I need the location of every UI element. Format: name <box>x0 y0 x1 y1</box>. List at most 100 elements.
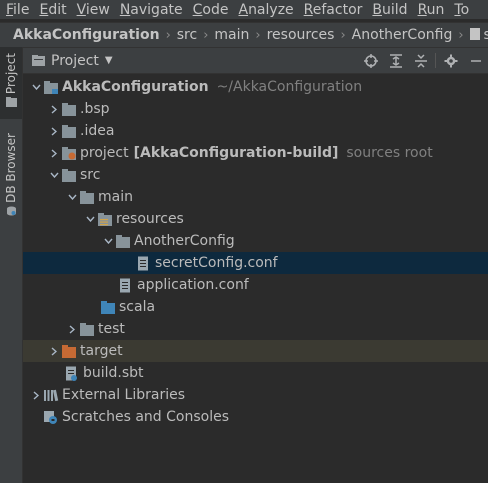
breadcrumb-src[interactable]: src <box>177 27 197 43</box>
tree-row-idea[interactable]: .idea <box>23 120 488 142</box>
project-panel-header: Project ▼ <box>23 48 488 74</box>
breadcrumb-separator-icon: › <box>165 27 171 43</box>
sources-root-hint: sources root <box>346 145 433 161</box>
chevron-right-icon[interactable] <box>47 142 61 164</box>
folder-icon <box>61 102 77 116</box>
menu-refactor[interactable]: Refactor <box>299 2 368 18</box>
hide-panel-button[interactable] <box>463 48 488 73</box>
root-project-name: AkkaConfiguration <box>62 79 209 95</box>
expand-all-button[interactable] <box>383 48 408 73</box>
tree-row-src[interactable]: src <box>23 164 488 186</box>
menu-analyze[interactable]: Analyze <box>233 2 298 18</box>
folder-anotherconfig-label: AnotherConfig <box>134 233 235 249</box>
scratches-label: Scratches and Consoles <box>62 409 229 425</box>
tree-row-main[interactable]: main <box>23 186 488 208</box>
folder-icon <box>5 97 17 108</box>
tree-row-secretconfig[interactable]: secretConfig.conf <box>23 252 488 274</box>
chevron-right-icon[interactable] <box>47 98 61 120</box>
scratches-icon <box>43 410 59 424</box>
breadcrumb-separator-icon: › <box>340 27 346 43</box>
menu-run[interactable]: Run <box>413 2 450 18</box>
tab-db-browser[interactable]: DB Browser <box>0 133 22 223</box>
chevron-down-icon[interactable] <box>47 164 61 186</box>
library-icon <box>43 388 59 402</box>
crosshair-icon <box>363 53 378 68</box>
tree-row-scratches[interactable]: Scratches and Consoles <box>23 406 488 428</box>
source-module-folder-icon <box>61 146 77 160</box>
file-secretconfig-label: secretConfig.conf <box>155 255 278 271</box>
folder-project-label: project <box>80 145 129 161</box>
folder-icon <box>61 124 77 138</box>
tree-row-scala[interactable]: scala <box>23 296 488 318</box>
menu-file[interactable]: File <box>0 2 34 18</box>
menu-navigate[interactable]: Navigate <box>115 2 188 18</box>
collapse-all-button[interactable] <box>408 48 433 73</box>
menu-bar: File Edit View Navigate Code Analyze Ref… <box>0 0 488 19</box>
breadcrumb-anotherconfig[interactable]: AnotherConfig <box>352 27 453 43</box>
menu-code[interactable]: Code <box>188 2 234 18</box>
folder-test-label: test <box>98 321 125 337</box>
folder-icon <box>79 322 95 336</box>
folder-bsp-label: .bsp <box>80 101 110 117</box>
locate-button[interactable] <box>358 48 383 73</box>
project-view-selector[interactable]: Project ▼ <box>23 53 113 69</box>
chevron-down-icon[interactable] <box>101 230 115 252</box>
chevron-right-icon[interactable] <box>65 318 79 340</box>
breadcrumb-separator-icon: › <box>255 27 261 43</box>
panel-actions <box>358 48 488 73</box>
root-project-path: ~/AkkaConfiguration <box>216 79 363 95</box>
tree-row-resources[interactable]: resources <box>23 208 488 230</box>
folder-src-label: src <box>80 167 101 183</box>
tree-row-buildsbt[interactable]: build.sbt <box>23 362 488 384</box>
file-buildsbt-label: build.sbt <box>83 365 144 381</box>
module-folder-icon <box>43 80 59 94</box>
expand-all-icon <box>389 53 402 68</box>
tree-row-applicationconf[interactable]: application.conf <box>23 274 488 296</box>
source-folder-icon <box>100 300 116 314</box>
breadcrumb-separator-icon: › <box>203 27 209 43</box>
config-file-icon <box>136 256 152 270</box>
folder-main-label: main <box>98 189 133 205</box>
breadcrumb-file-label: sec <box>484 27 488 43</box>
chevron-down-icon: ▼ <box>104 55 113 66</box>
chevron-right-icon[interactable] <box>47 120 61 142</box>
project-icon <box>32 55 45 66</box>
tree-row-project[interactable]: project [AkkaConfiguration-build] source… <box>23 142 488 164</box>
project-tree: AkkaConfiguration ~/AkkaConfiguration .b… <box>23 74 488 483</box>
menu-edit[interactable]: Edit <box>34 2 71 18</box>
database-icon <box>6 206 16 216</box>
chevron-down-icon[interactable] <box>65 186 79 208</box>
chevron-right-icon[interactable] <box>47 340 61 362</box>
resources-folder-icon <box>97 212 113 226</box>
file-icon <box>469 28 480 40</box>
tree-row-bsp[interactable]: .bsp <box>23 98 488 120</box>
gear-icon <box>444 54 457 67</box>
menu-view[interactable]: View <box>72 2 115 18</box>
module-name: [AkkaConfiguration-build] <box>133 145 339 161</box>
tree-row-target[interactable]: target <box>23 340 488 362</box>
settings-button[interactable] <box>438 48 463 73</box>
minimize-icon <box>470 59 481 62</box>
external-libraries-label: External Libraries <box>62 387 185 403</box>
folder-idea-label: .idea <box>80 123 115 139</box>
breadcrumb-file[interactable]: sec <box>469 27 488 43</box>
chevron-down-icon[interactable] <box>83 208 97 230</box>
breadcrumb-separator-icon: › <box>458 27 464 43</box>
chevron-down-icon[interactable] <box>29 76 43 98</box>
tree-row-external-libraries[interactable]: External Libraries <box>23 384 488 406</box>
file-applicationconf-label: application.conf <box>137 277 249 293</box>
tab-project[interactable]: Project <box>0 47 22 119</box>
toolbar-divider <box>435 53 436 68</box>
breadcrumb-project[interactable]: AkkaConfiguration <box>0 27 160 43</box>
breadcrumb: AkkaConfiguration › src › main › resourc… <box>0 22 488 48</box>
tree-row-root[interactable]: AkkaConfiguration ~/AkkaConfiguration <box>23 76 488 98</box>
tree-row-test[interactable]: test <box>23 318 488 340</box>
menu-build[interactable]: Build <box>367 2 412 18</box>
folder-scala-label: scala <box>119 299 156 315</box>
breadcrumb-main[interactable]: main <box>214 27 249 43</box>
folder-resources-label: resources <box>116 211 184 227</box>
chevron-right-icon[interactable] <box>29 384 43 406</box>
menu-tools[interactable]: To <box>449 2 474 18</box>
breadcrumb-resources[interactable]: resources <box>267 27 335 43</box>
tree-row-anotherconfig[interactable]: AnotherConfig <box>23 230 488 252</box>
